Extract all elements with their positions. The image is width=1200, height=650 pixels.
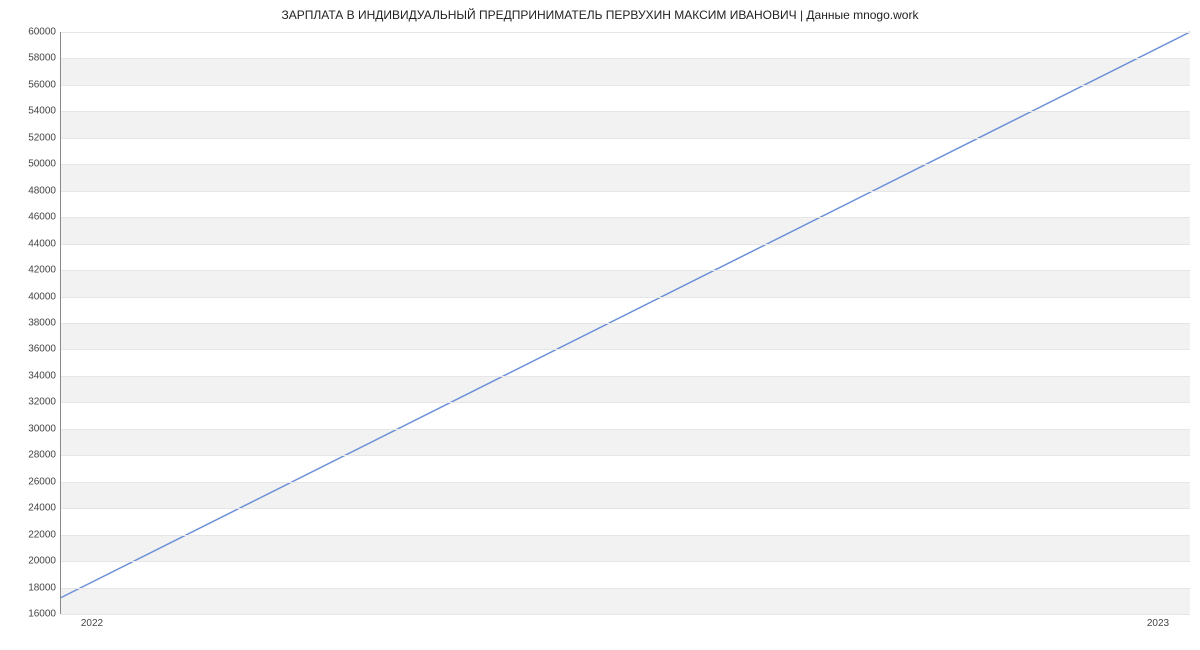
- y-tick-label: 36000: [6, 344, 56, 355]
- gridline: [61, 349, 1190, 350]
- y-tick-label: 16000: [6, 609, 56, 620]
- y-tick-label: 20000: [6, 556, 56, 567]
- gridline: [61, 138, 1190, 139]
- y-tick-label: 32000: [6, 397, 56, 408]
- chart-title: ЗАРПЛАТА В ИНДИВИДУАЛЬНЫЙ ПРЕДПРИНИМАТЕЛ…: [0, 8, 1200, 22]
- y-tick-label: 56000: [6, 79, 56, 90]
- y-tick-label: 30000: [6, 423, 56, 434]
- y-tick-label: 48000: [6, 185, 56, 196]
- gridline: [61, 429, 1190, 430]
- y-tick-label: 46000: [6, 212, 56, 223]
- y-tick-label: 38000: [6, 318, 56, 329]
- y-tick-label: 40000: [6, 291, 56, 302]
- gridline: [61, 508, 1190, 509]
- gridline: [61, 85, 1190, 86]
- gridline: [61, 376, 1190, 377]
- gridline: [61, 614, 1190, 615]
- series-line: [61, 32, 1190, 598]
- gridline: [61, 217, 1190, 218]
- gridline: [61, 297, 1190, 298]
- gridline: [61, 455, 1190, 456]
- y-tick-label: 42000: [6, 265, 56, 276]
- gridline: [61, 32, 1190, 33]
- y-tick-label: 54000: [6, 106, 56, 117]
- y-tick-label: 28000: [6, 450, 56, 461]
- x-tick-label: 2023: [1147, 618, 1169, 629]
- gridline: [61, 191, 1190, 192]
- y-tick-label: 58000: [6, 53, 56, 64]
- y-tick-label: 50000: [6, 159, 56, 170]
- y-tick-label: 34000: [6, 370, 56, 381]
- y-tick-label: 18000: [6, 582, 56, 593]
- gridline: [61, 402, 1190, 403]
- y-tick-label: 52000: [6, 132, 56, 143]
- gridline: [61, 111, 1190, 112]
- y-tick-label: 60000: [6, 27, 56, 38]
- gridline: [61, 323, 1190, 324]
- gridline: [61, 270, 1190, 271]
- y-tick-label: 44000: [6, 238, 56, 249]
- gridline: [61, 535, 1190, 536]
- gridline: [61, 58, 1190, 59]
- gridline: [61, 561, 1190, 562]
- x-tick-label: 2022: [81, 618, 103, 629]
- gridline: [61, 244, 1190, 245]
- plot-area: [60, 32, 1190, 614]
- gridline: [61, 588, 1190, 589]
- y-tick-label: 26000: [6, 476, 56, 487]
- y-tick-label: 24000: [6, 503, 56, 514]
- gridline: [61, 164, 1190, 165]
- y-tick-label: 22000: [6, 529, 56, 540]
- gridline: [61, 482, 1190, 483]
